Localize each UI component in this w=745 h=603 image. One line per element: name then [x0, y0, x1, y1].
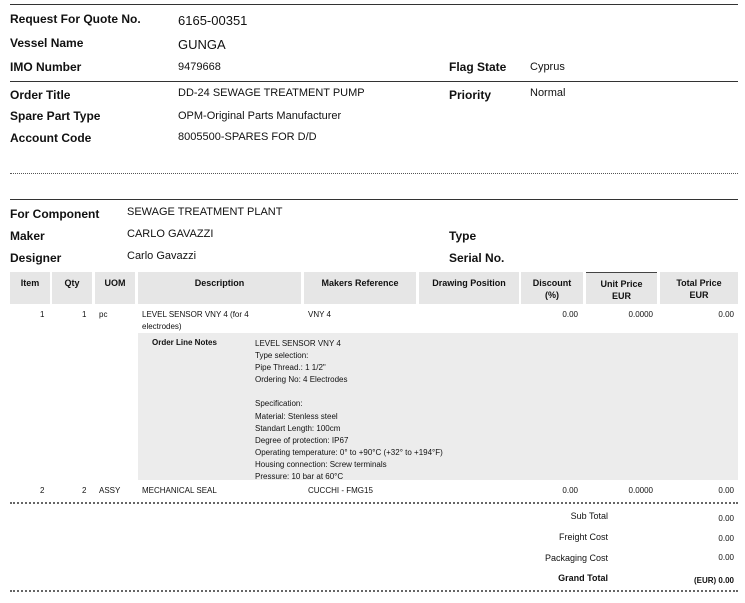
- col-qty-header: Qty: [52, 272, 92, 304]
- top-rule: [10, 4, 738, 5]
- col-item-header: Item: [10, 272, 50, 304]
- for-component-value: SEWAGE TREATMENT PLANT: [127, 206, 283, 218]
- rfq-value: 6165-00351: [178, 13, 248, 28]
- note-line: Operating temperature: 0° to +90°C (+32°…: [255, 447, 443, 457]
- order-title-value: DD-24 SEWAGE TREATMENT PUMP: [178, 87, 365, 99]
- note-line: Type selection:: [255, 351, 309, 361]
- account-code-value: 8005500-SPARES FOR D/D: [178, 131, 317, 143]
- row2-unit-price: 0.0000: [628, 486, 653, 495]
- freight-cost-value: 0.00: [718, 534, 734, 543]
- maker-value: CARLO GAVAZZI: [127, 228, 214, 240]
- priority-value: Normal: [530, 87, 566, 99]
- grand-total-value: (EUR) 0.00: [693, 576, 734, 585]
- section-divider: [10, 173, 738, 174]
- row1-makers-ref: VNY 4: [308, 310, 331, 319]
- row2-uom: ASSY: [99, 486, 121, 495]
- col-total-price-header: Total Price EUR: [660, 272, 738, 304]
- vessel-value: GUNGA: [178, 37, 226, 52]
- grand-total-label: Grand Total: [558, 573, 608, 583]
- row2-description: MECHANICAL SEAL: [142, 486, 217, 495]
- note-line: Ordering No: 4 Electrodes: [255, 375, 348, 385]
- rfq-label: Request For Quote No.: [10, 12, 141, 26]
- spare-type-label: Spare Part Type: [10, 109, 101, 123]
- account-code-label: Account Code: [10, 131, 92, 145]
- col-unit-price-header: Unit Price EUR: [586, 272, 657, 304]
- for-component-label: For Component: [10, 207, 100, 221]
- col-discount-header: Discount (%): [521, 272, 583, 304]
- order-line-notes-text: LEVEL SENSOR VNY 4 Type selection: Pipe …: [255, 338, 443, 483]
- component-rule: [10, 199, 738, 200]
- order-title-label: Order Title: [10, 88, 71, 102]
- note-line: Pressure: 10 bar at 60°C: [255, 472, 344, 482]
- freight-cost-label: Freight Cost: [558, 532, 608, 542]
- packaging-cost-label: Packaging Cost: [544, 553, 608, 563]
- note-line: LEVEL SENSOR VNY 4: [255, 339, 341, 348]
- col-makers-ref-header: Makers Reference: [304, 272, 416, 304]
- designer-label: Designer: [10, 251, 62, 265]
- note-line: Pipe Thread.: 1 1/2": [255, 363, 326, 373]
- col-uom-header: UOM: [95, 272, 135, 304]
- designer-value: Carlo Gavazzi: [127, 250, 197, 262]
- note-line: [255, 386, 443, 398]
- row2-discount: 0.00: [562, 486, 578, 495]
- note-line: Standart Length: 100cm: [255, 423, 341, 433]
- row1-description-line2: electrodes): [142, 322, 182, 331]
- imo-value: 9479668: [178, 61, 221, 73]
- row1-total: 0.00: [718, 310, 734, 319]
- row1-uom: pc: [99, 310, 108, 319]
- type-label: Type: [449, 229, 477, 243]
- packaging-cost-value: 0.00: [718, 553, 734, 562]
- table-end-divider: [10, 502, 738, 504]
- row1-unit-price: 0.0000: [628, 310, 653, 319]
- col-drawing-pos-header: Drawing Position: [419, 272, 519, 304]
- subtotal-value: 0.00: [718, 514, 734, 523]
- flag-value: Cyprus: [530, 61, 565, 73]
- row2-total: 0.00: [718, 486, 734, 495]
- bottom-divider: [10, 590, 738, 592]
- row1-description-line1: LEVEL SENSOR VNY 4 (for 4: [142, 310, 249, 319]
- order-line-notes-label: Order Line Notes: [152, 338, 217, 347]
- row2-makers-ref: CUCCHI - FMG15: [308, 486, 373, 495]
- note-line: Housing connection: Screw terminals: [255, 459, 387, 469]
- note-line: Specification:: [255, 399, 303, 409]
- vessel-label: Vessel Name: [10, 36, 84, 50]
- note-line: Degree of protection: IP67: [255, 435, 349, 445]
- note-line: Material: Stenless steel: [255, 411, 338, 421]
- header-divider: [10, 81, 738, 82]
- row1-item: 1: [40, 310, 45, 319]
- row1-qty: 1: [82, 310, 87, 319]
- serial-label: Serial No.: [449, 251, 505, 265]
- flag-label: Flag State: [449, 60, 507, 74]
- imo-label: IMO Number: [10, 60, 82, 74]
- row1-discount: 0.00: [562, 310, 578, 319]
- maker-label: Maker: [10, 229, 45, 243]
- row2-qty: 2: [82, 486, 87, 495]
- spare-type-value: OPM-Original Parts Manufacturer: [178, 110, 342, 122]
- col-description-header: Description: [138, 272, 301, 304]
- priority-label: Priority: [449, 88, 492, 102]
- row2-item: 2: [40, 486, 45, 495]
- subtotal-label: Sub Total: [570, 511, 608, 521]
